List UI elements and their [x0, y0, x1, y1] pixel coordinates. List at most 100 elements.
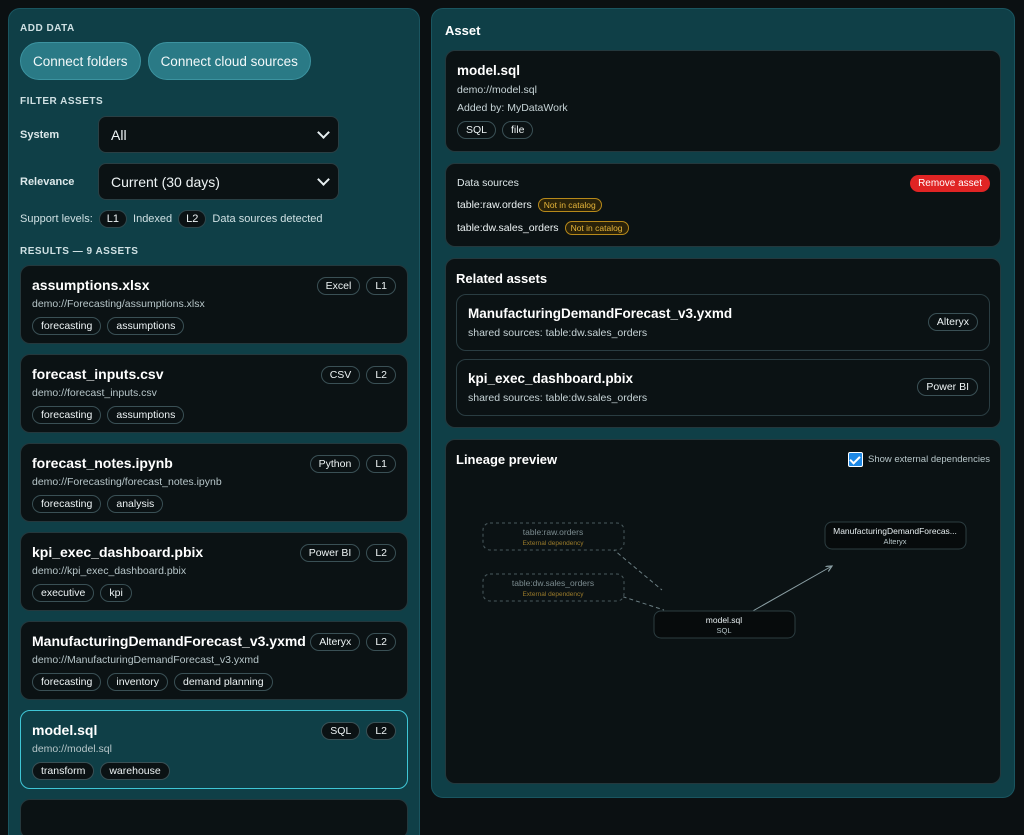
level-badge: L2	[366, 722, 396, 740]
system-badge: Alteryx	[310, 633, 361, 651]
result-card[interactable]: assumptions.xlsx demo://Forecasting/assu…	[20, 265, 408, 344]
relevance-select[interactable]: Current (30 days)	[98, 163, 339, 200]
tag[interactable]: forecasting	[32, 673, 102, 691]
tag[interactable]: kpi	[100, 584, 132, 602]
asset-added-by: Added by: MyDataWork	[457, 102, 568, 114]
support-levels-label: Support levels:	[20, 213, 93, 225]
system-select[interactable]: All	[98, 116, 339, 153]
tag[interactable]: transform	[32, 762, 95, 780]
tag[interactable]: executive	[32, 584, 95, 602]
system-badge: Alteryx	[927, 313, 978, 331]
result-path: demo://ManufacturingDemandForecast_v3.yx…	[32, 654, 260, 666]
support-levels-legend: Support levels: L1 Indexed L2 Data sourc…	[20, 210, 408, 228]
related-asset-shared: shared sources: table:dw.sales_orders	[468, 327, 648, 339]
asset-detail-panel: Asset model.sql demo://model.sql Added b…	[431, 8, 1015, 798]
result-card-selected[interactable]: model.sql demo://model.sql SQL L2 transf…	[20, 710, 408, 789]
not-in-catalog-badge: Not in catalog	[537, 198, 602, 212]
level-badge: L1	[366, 277, 396, 295]
lineage-node[interactable]: ManufacturingDemandForecas... Alteryx	[824, 521, 967, 550]
related-assets-card: Related assets ManufacturingDemandForeca…	[445, 258, 1001, 428]
lineage-edge	[750, 566, 832, 613]
data-source-row: table:raw.orders Not in catalog	[457, 198, 989, 212]
system-select-value: All	[111, 126, 127, 143]
asset-name: model.sql	[457, 63, 521, 78]
level-badge: L2	[366, 366, 396, 384]
lineage-node-sub: External dependency	[522, 540, 584, 547]
result-card-partial[interactable]	[20, 799, 408, 835]
asset-tag[interactable]: SQL	[457, 121, 497, 139]
lineage-node-sub: External dependency	[522, 591, 584, 598]
system-badge: CSV	[320, 366, 361, 384]
lineage-node-external[interactable]: table:raw.orders External dependency	[482, 522, 625, 551]
result-card[interactable]: kpi_exec_dashboard.pbix demo://kpi_exec_…	[20, 532, 408, 611]
result-path: demo://Forecasting/forecast_notes.ipynb	[32, 476, 222, 488]
level-badge: L1	[366, 455, 396, 473]
asset-heading: Asset	[445, 23, 481, 38]
result-path: demo://kpi_exec_dashboard.pbix	[32, 565, 187, 577]
result-path: demo://model.sql	[32, 743, 112, 755]
lineage-node[interactable]: model.sql SQL	[653, 610, 796, 639]
data-source-name: table:raw.orders	[457, 199, 532, 211]
data-sources-card: Data sources Remove asset table:raw.orde…	[445, 163, 1001, 247]
level-badge-l2: L2	[178, 210, 207, 228]
asset-summary-card: model.sql demo://model.sql Added by: MyD…	[445, 50, 1001, 152]
system-badge: SQL	[321, 722, 361, 740]
result-path: demo://Forecasting/assumptions.xlsx	[32, 298, 205, 310]
lineage-node-label: ManufacturingDemandForecas...	[833, 526, 957, 536]
tag[interactable]: assumptions	[107, 406, 185, 424]
related-asset-name: kpi_exec_dashboard.pbix	[468, 371, 634, 386]
related-asset-item[interactable]: kpi_exec_dashboard.pbix shared sources: …	[456, 359, 990, 416]
level-badge: L2	[366, 633, 396, 651]
tag[interactable]: assumptions	[107, 317, 185, 335]
result-card[interactable]: ManufacturingDemandForecast_v3.yxmd demo…	[20, 621, 408, 700]
system-badge: Power BI	[299, 544, 361, 562]
filter-assets-label: FILTER ASSETS	[20, 96, 104, 107]
data-source-name: table:dw.sales_orders	[457, 222, 559, 234]
chevron-down-icon	[317, 126, 330, 139]
related-asset-shared: shared sources: table:dw.sales_orders	[468, 392, 648, 404]
level-l2-text: Data sources detected	[212, 213, 323, 225]
chevron-down-icon	[317, 173, 330, 186]
results-label: RESULTS — 9 ASSETS	[20, 246, 139, 257]
data-source-row: table:dw.sales_orders Not in catalog	[457, 221, 989, 235]
tag[interactable]: forecasting	[32, 317, 102, 335]
lineage-node-sub: SQL	[716, 626, 731, 635]
sidebar-panel: ADD DATA Connect folders Connect cloud s…	[8, 8, 420, 835]
result-card[interactable]: forecast_inputs.csv demo://forecast_inpu…	[20, 354, 408, 433]
lineage-node-sub: Alteryx	[884, 537, 907, 546]
tag[interactable]: inventory	[107, 673, 168, 691]
connect-folders-button[interactable]: Connect folders	[20, 42, 141, 80]
not-in-catalog-badge: Not in catalog	[564, 221, 629, 235]
connect-cloud-sources-button[interactable]: Connect cloud sources	[147, 42, 311, 80]
add-data-label: ADD DATA	[20, 23, 75, 34]
level-badge-l1: L1	[98, 210, 128, 228]
results-list: assumptions.xlsx demo://Forecasting/assu…	[20, 265, 408, 835]
system-badge: Python	[309, 455, 361, 473]
lineage-preview-card: Lineage preview Show external dependenci…	[445, 439, 1001, 784]
level-badge: L2	[366, 544, 396, 562]
related-asset-item[interactable]: ManufacturingDemandForecast_v3.yxmd shar…	[456, 294, 990, 351]
lineage-node-external[interactable]: table:dw.sales_orders External dependenc…	[482, 573, 625, 602]
lineage-node-label: model.sql	[706, 615, 742, 625]
asset-tag[interactable]: file	[502, 121, 534, 139]
related-asset-name: ManufacturingDemandForecast_v3.yxmd	[468, 306, 733, 321]
relevance-label: Relevance	[20, 175, 75, 188]
system-label: System	[20, 128, 60, 141]
tag[interactable]: forecasting	[32, 495, 102, 513]
relevance-select-value: Current (30 days)	[111, 173, 220, 190]
tag[interactable]: warehouse	[100, 762, 170, 780]
result-card[interactable]: forecast_notes.ipynb demo://Forecasting/…	[20, 443, 408, 522]
tag[interactable]: analysis	[107, 495, 164, 513]
lineage-node-label: table:raw.orders	[523, 527, 583, 537]
asset-path: demo://model.sql	[457, 84, 537, 96]
system-badge: Power BI	[917, 378, 978, 396]
level-l1-text: Indexed	[133, 213, 173, 225]
lineage-node-label: table:dw.sales_orders	[512, 578, 594, 588]
remove-asset-button[interactable]: Remove asset	[910, 175, 990, 192]
related-assets-title: Related assets	[456, 271, 548, 286]
tag[interactable]: demand planning	[173, 673, 273, 691]
tag[interactable]: forecasting	[32, 406, 102, 424]
system-badge: Excel	[316, 277, 361, 295]
result-path: demo://forecast_inputs.csv	[32, 387, 157, 399]
lineage-graph: table:raw.orders External dependency tab…	[482, 521, 967, 639]
